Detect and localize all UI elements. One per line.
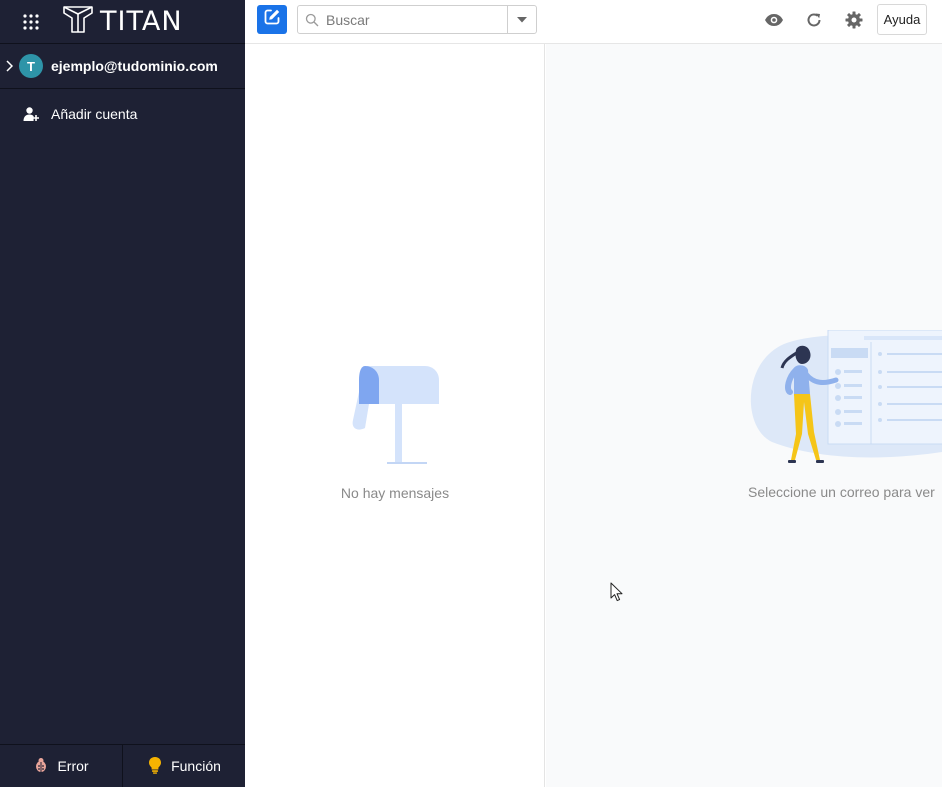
no-messages-text: No hay mensajes (340, 485, 450, 501)
search-box (297, 5, 537, 34)
message-list-pane: No hay mensajes (245, 44, 545, 787)
lightbulb-icon (147, 756, 163, 777)
chevron-down-icon (517, 16, 527, 22)
search-icon (300, 13, 324, 27)
sidebar: TITAN T ejemplo@tudominio.com Añadir cue… (0, 0, 245, 787)
error-label: Error (57, 758, 89, 774)
help-button[interactable]: Ayuda (877, 4, 927, 35)
sidebar-header: TITAN (0, 0, 245, 44)
empty-list-state: No hay mensajes (245, 362, 545, 501)
brand-name: TITAN (100, 6, 183, 37)
eye-icon[interactable] (762, 8, 786, 32)
search-options-dropdown[interactable] (507, 6, 536, 33)
select-email-text: Seleccione un correo para ver (748, 484, 935, 500)
search-input[interactable] (324, 11, 507, 28)
avatar: T (19, 54, 43, 78)
apps-grid-icon[interactable] (0, 0, 62, 44)
toolbar: Ayuda (245, 0, 942, 44)
bug-icon (33, 757, 49, 776)
feature-label: Función (171, 758, 221, 774)
report-error-button[interactable]: Error (0, 745, 122, 787)
mailbox-illustration-icon (349, 362, 441, 471)
add-account-button[interactable]: Añadir cuenta (0, 89, 245, 139)
add-user-icon (23, 106, 39, 122)
add-account-label: Añadir cuenta (51, 106, 138, 122)
chevron-right-icon[interactable] (1, 60, 17, 72)
account-item[interactable]: T ejemplo@tudominio.com (0, 44, 245, 89)
mouse-cursor-icon (610, 582, 623, 607)
gear-icon[interactable] (842, 8, 866, 32)
select-email-illustration-icon (744, 329, 942, 475)
compose-button[interactable] (257, 5, 287, 34)
titan-logo: TITAN (62, 4, 183, 39)
account-email: ejemplo@tudominio.com (51, 58, 218, 74)
refresh-icon[interactable] (802, 8, 826, 32)
reading-pane: Seleccione un correo para ver (546, 44, 942, 787)
feature-request-button[interactable]: Función (122, 745, 245, 787)
sidebar-footer: Error Función (0, 744, 245, 787)
compose-icon (263, 8, 281, 31)
titan-logo-icon (62, 4, 94, 39)
